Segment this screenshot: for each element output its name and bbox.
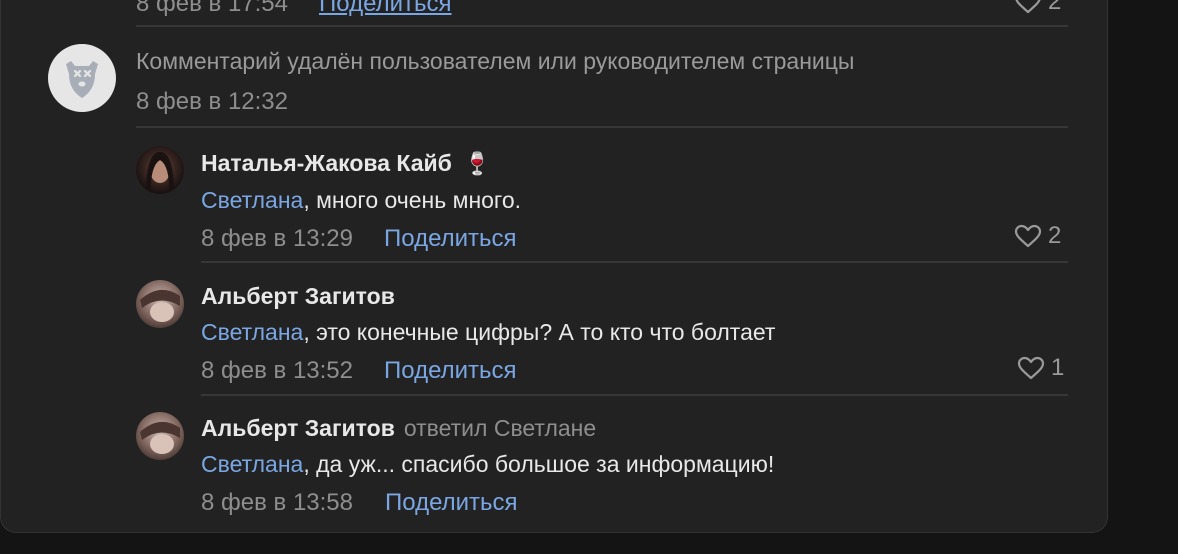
top-comment-like-count: 2: [1048, 0, 1062, 15]
reply-to-note[interactable]: ответил Светлане: [404, 415, 596, 442]
comment-text: Светлана, много очень много.: [201, 187, 521, 214]
user-photo-icon: [140, 289, 180, 322]
top-comment-date: 8 фев в 17:54: [136, 0, 289, 17]
heart-outline-icon: [1017, 356, 1045, 380]
like-count: 2: [1048, 222, 1062, 249]
divider: [136, 25, 1068, 27]
divider: [201, 394, 1068, 396]
mention-link[interactable]: Светлана: [201, 187, 303, 213]
heart-outline-icon: [1014, 224, 1042, 248]
top-comment-like-button[interactable]: 2: [1014, 0, 1061, 16]
divider: [201, 261, 1068, 263]
comment-date: 8 фев в 13:29: [201, 225, 354, 252]
comment-date: 8 фев в 13:52: [201, 357, 354, 384]
user-photo-icon: [146, 152, 174, 194]
comment-body: , это конечные цифры? А то кто что болта…: [303, 319, 776, 345]
user-photo-icon: [140, 421, 180, 454]
share-link[interactable]: Поделиться: [384, 225, 517, 253]
mention-link[interactable]: Светлана: [201, 451, 303, 477]
comment-body: , много очень много.: [303, 187, 522, 213]
deleted-comment-notice: Комментарий удалён пользователем или рук…: [136, 48, 855, 74]
comment-text: Светлана, да уж... спасибо большое за ин…: [201, 451, 774, 478]
user-avatar[interactable]: [136, 280, 184, 328]
reply-header: Альберт Загитов ответил Светлане: [201, 415, 596, 442]
like-button[interactable]: 2: [1014, 222, 1061, 250]
heart-outline-icon: [1015, 0, 1041, 14]
comment-author-link[interactable]: Альберт Загитов: [201, 283, 395, 310]
user-avatar[interactable]: [136, 412, 184, 460]
divider: [136, 126, 1068, 128]
mention-link[interactable]: Светлана: [201, 319, 303, 345]
share-link[interactable]: Поделиться: [384, 357, 517, 385]
like-button[interactable]: 1: [1017, 354, 1064, 382]
deleted-comment-date: 8 фев в 12:32: [136, 88, 289, 115]
deleted-user-dog-icon: [66, 61, 98, 98]
comment-text: Светлана, это конечные цифры? А то кто ч…: [201, 319, 775, 346]
deleted-user-avatar: [48, 44, 116, 112]
comment-author-link[interactable]: Альберт Загитов: [201, 415, 395, 442]
share-link[interactable]: Поделиться: [385, 489, 518, 517]
comment-author-link[interactable]: Наталья-Жакова Кайб: [201, 150, 452, 177]
top-comment-share-link[interactable]: Поделиться: [319, 0, 452, 18]
comment-date: 8 фев в 13:58: [201, 489, 354, 516]
comment-body: , да уж... спасибо большое за информацию…: [303, 451, 775, 477]
reply-header: Наталья-Жакова Кайб 🍷: [201, 150, 491, 177]
wine-glass-emoji: 🍷: [463, 150, 492, 176]
user-avatar[interactable]: [136, 146, 184, 194]
like-count: 1: [1051, 354, 1065, 381]
